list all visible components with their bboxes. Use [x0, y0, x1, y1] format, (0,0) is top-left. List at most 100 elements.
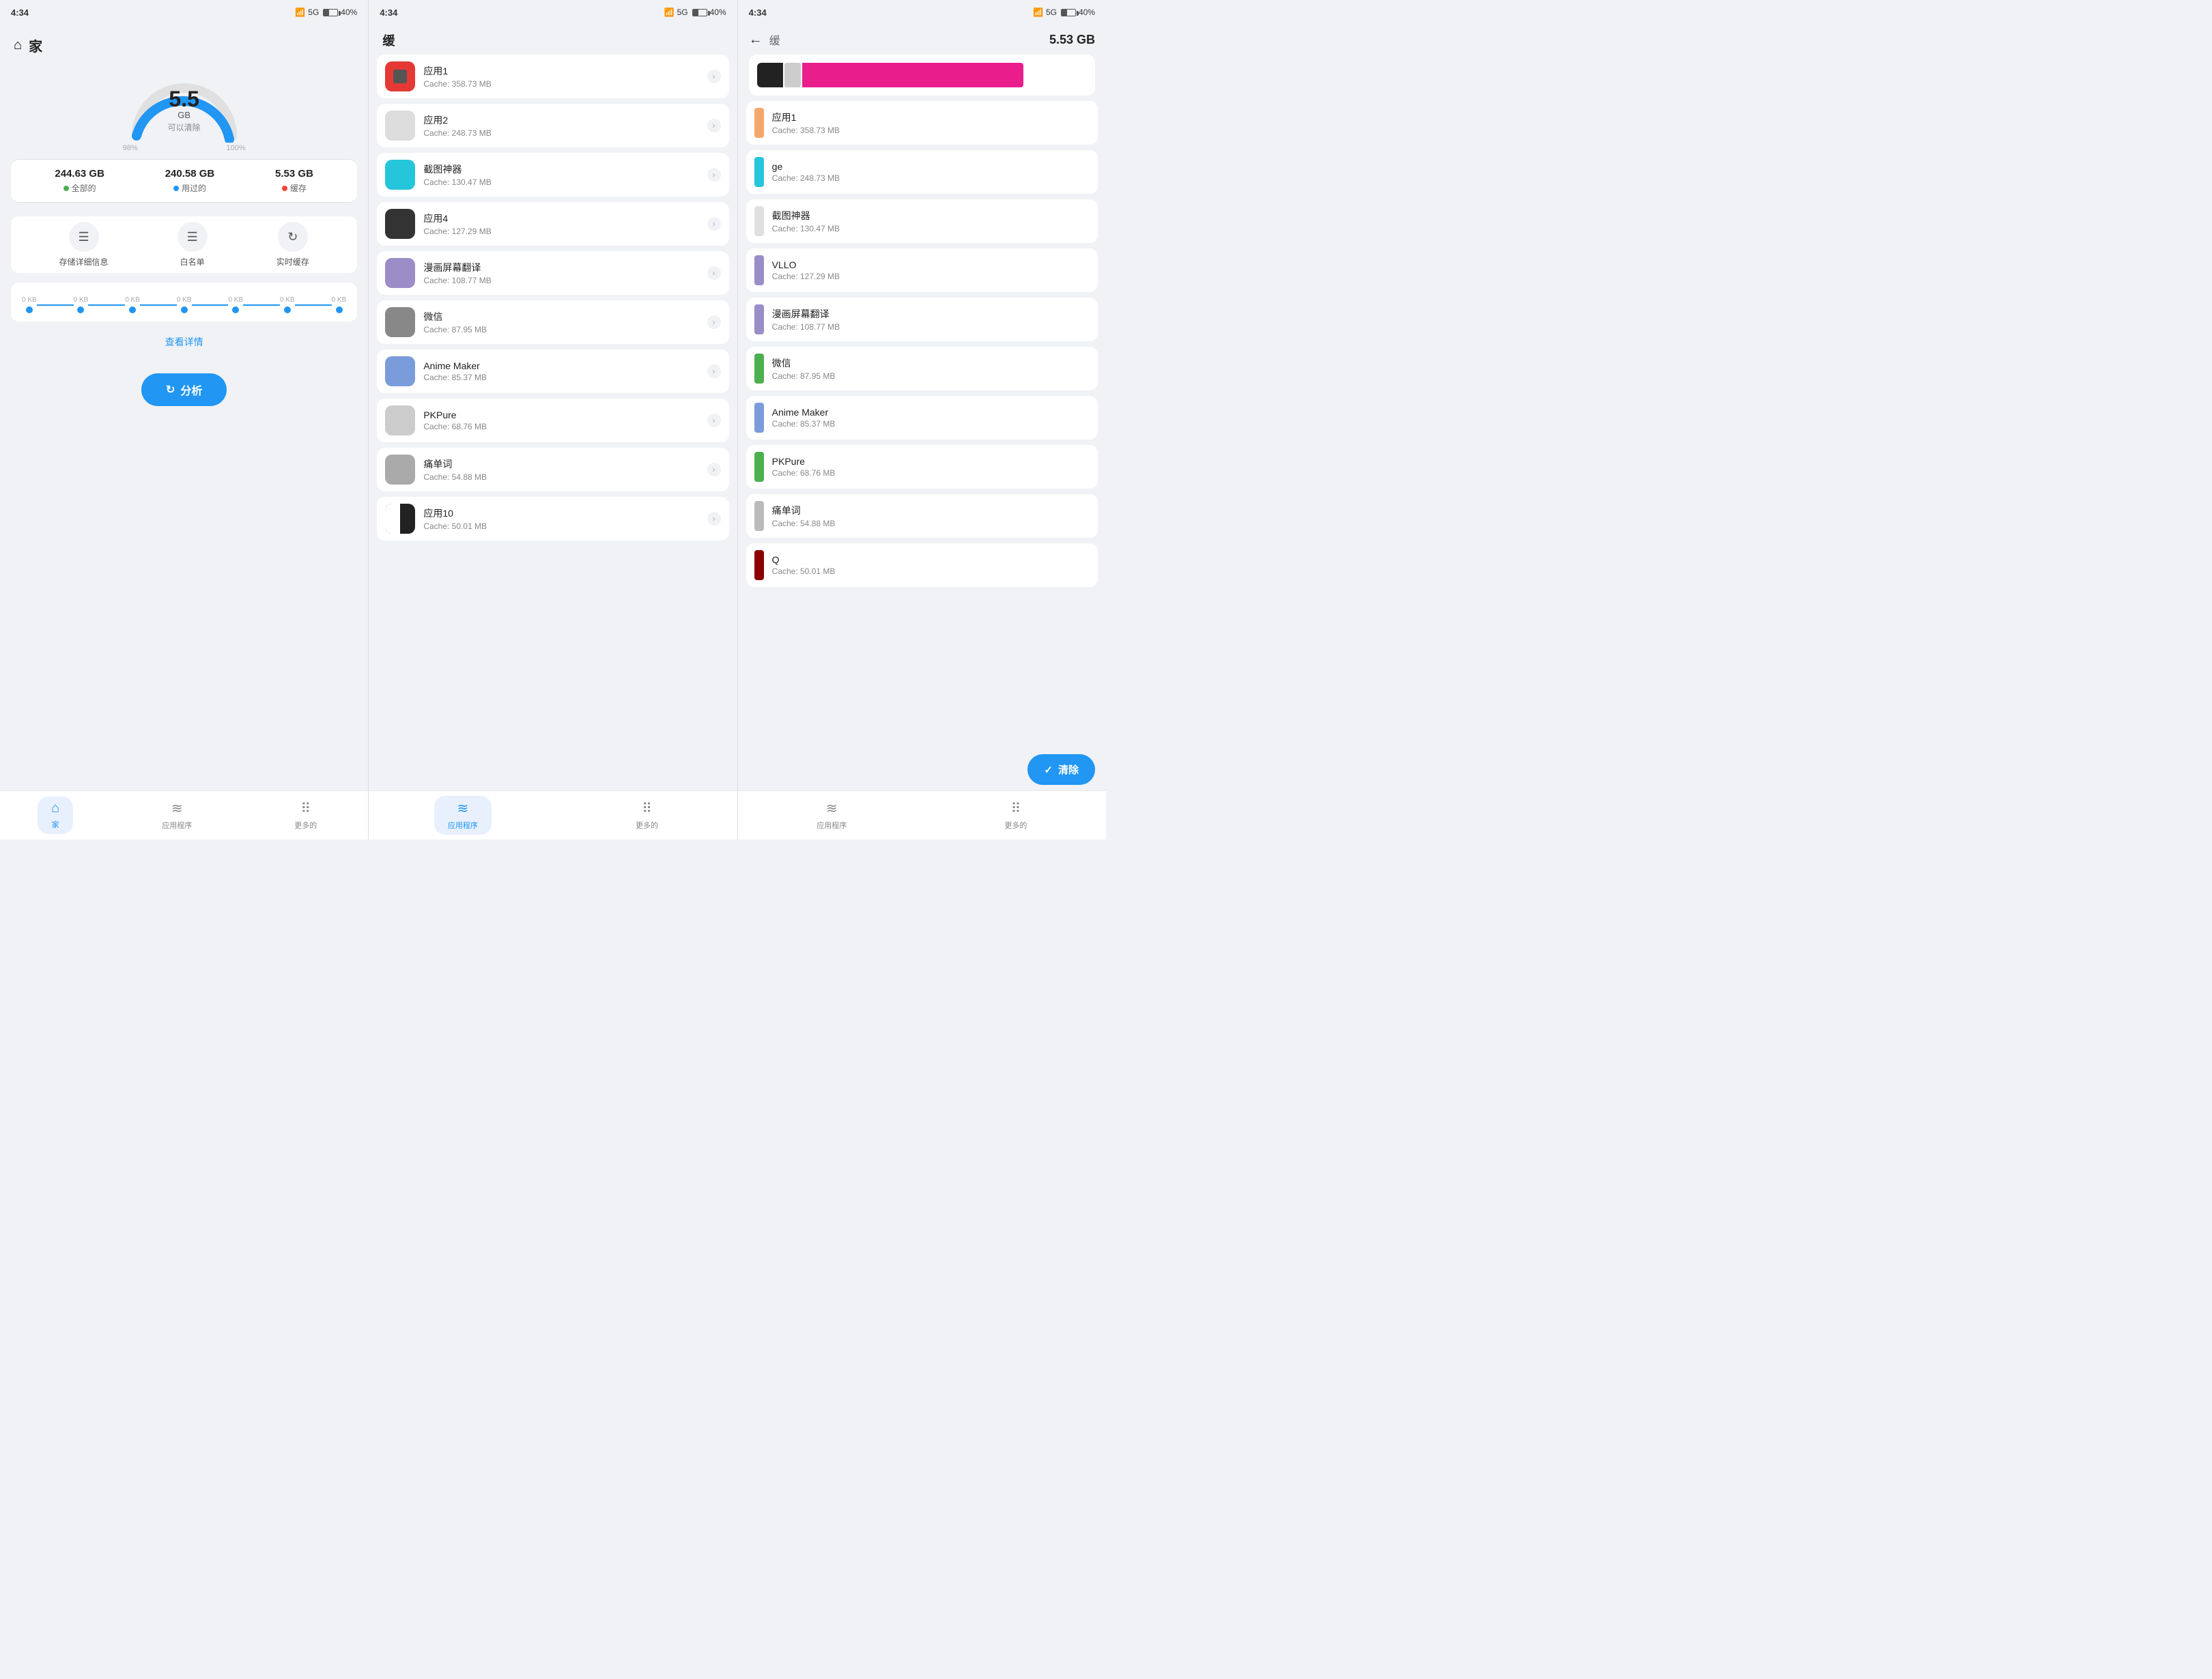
- list-item[interactable]: 应用4 Cache: 127.29 MB ›: [377, 202, 728, 246]
- app-info-2: 截图神器 Cache: 130.47 MB: [423, 162, 707, 187]
- app-icon-9: [385, 504, 415, 534]
- app-list: 应用1 Cache: 358.73 MB › 应用2 Cache: 248.73…: [369, 55, 737, 840]
- app-info-6: Anime Maker Cache: 85.37 MB: [423, 360, 707, 382]
- analyze-button[interactable]: ↻ 分析: [141, 373, 227, 406]
- detail-color-2: [754, 206, 764, 236]
- stat-used: 240.58 GB 用过的: [165, 168, 215, 194]
- nav-apps-2[interactable]: ≋ 应用程序: [434, 796, 492, 835]
- app-size-7: Cache: 68.76 MB: [423, 422, 707, 431]
- nav-more-2[interactable]: ⠿ 更多的: [622, 796, 672, 835]
- detail-list: 应用1 Cache: 358.73 MB ge Cache: 248.73 MB…: [738, 101, 1106, 840]
- list-item[interactable]: 漫画屏幕翻译 Cache: 108.77 MB ›: [377, 251, 728, 295]
- stat-used-label-row: 用过的: [173, 182, 206, 194]
- stat-total-label: 全部的: [72, 182, 96, 194]
- view-details-link[interactable]: 查看详情: [0, 330, 368, 354]
- app-icon-1: [385, 111, 415, 141]
- list-item[interactable]: 应用10 Cache: 50.01 MB ›: [377, 497, 728, 541]
- panel3-header: ← 缓 5.53 GB: [738, 25, 1106, 55]
- detail-info-8: 痛单词 Cache: 54.88 MB: [772, 504, 1090, 528]
- list-item[interactable]: 应用1 Cache: 358.73 MB ›: [377, 55, 728, 98]
- list-item[interactable]: PKPure Cache: 68.76 MB ›: [377, 399, 728, 442]
- app-name-4: 漫画屏幕翻译: [423, 261, 707, 274]
- app-size-0: Cache: 358.73 MB: [423, 79, 707, 89]
- whitelist-button[interactable]: ☰ 白名单: [178, 222, 208, 268]
- app-info-0: 应用1 Cache: 358.73 MB: [423, 64, 707, 89]
- detail-info-7: PKPure Cache: 68.76 MB: [772, 456, 1090, 478]
- panel-home: 4:34 📶 5G 40% ⌂ 家 5.5 GB 可以清除: [0, 0, 368, 840]
- chevron-1: ›: [707, 119, 721, 132]
- chevron-3: ›: [707, 217, 721, 231]
- detail-name-2: 截图神器: [772, 209, 1090, 223]
- chevron-6: ›: [707, 364, 721, 378]
- wifi-icon-3: 5G: [1046, 8, 1057, 17]
- clean-button[interactable]: ✓ 清除: [1027, 754, 1095, 785]
- detail-name-1: ge: [772, 161, 1090, 172]
- wifi-icon-2: 5G: [677, 8, 688, 17]
- chevron-9: ›: [707, 512, 721, 526]
- nav-more-label-2: 更多的: [636, 820, 658, 831]
- list-item[interactable]: 应用2 Cache: 248.73 MB ›: [377, 104, 728, 147]
- chevron-5: ›: [707, 315, 721, 329]
- detail-name-6: Anime Maker: [772, 407, 1090, 418]
- battery-2: [692, 9, 707, 16]
- app-icon-6: [385, 356, 415, 386]
- detail-size-3: Cache: 127.29 MB: [772, 272, 1090, 281]
- storage-detail-button[interactable]: ☰ 存储详细信息: [59, 222, 109, 268]
- detail-color-5: [754, 354, 764, 384]
- prog-item-6: 0 KB: [332, 296, 347, 313]
- nav-more-3[interactable]: ⠿ 更多的: [991, 796, 1040, 835]
- detail-item-3: VLLO Cache: 127.29 MB: [746, 248, 1098, 292]
- detail-color-4: [754, 304, 764, 334]
- nav-home-1[interactable]: ⌂ 家: [38, 797, 73, 834]
- detail-color-3: [754, 255, 764, 285]
- whitelist-icon: ☰: [178, 222, 208, 252]
- nav-apps-1[interactable]: ≋ 应用程序: [148, 796, 205, 835]
- detail-size-2: Cache: 130.47 MB: [772, 224, 1090, 233]
- app-icon-7: [385, 405, 415, 435]
- stat-cache-label-row: 缓存: [282, 182, 307, 194]
- app-size-1: Cache: 248.73 MB: [423, 128, 707, 138]
- list-item[interactable]: Anime Maker Cache: 85.37 MB ›: [377, 349, 728, 393]
- detail-color-7: [754, 452, 764, 482]
- analyze-refresh-icon: ↻: [166, 383, 175, 397]
- detail-item-6: Anime Maker Cache: 85.37 MB: [746, 396, 1098, 440]
- list-item[interactable]: 截图神器 Cache: 130.47 MB ›: [377, 153, 728, 197]
- nav-more-icon-2: ⠿: [642, 800, 652, 817]
- nav-more-1[interactable]: ⠿ 更多的: [281, 796, 330, 835]
- gauge-wrap: 5.5 GB 可以清除: [123, 68, 246, 143]
- nav-apps-icon-1: ≋: [171, 800, 183, 817]
- gauge-label: 可以清除: [168, 121, 201, 133]
- detail-color-0: [754, 108, 764, 138]
- detail-size-0: Cache: 358.73 MB: [772, 126, 1090, 135]
- app-name-8: 痛单词: [423, 457, 707, 471]
- list-item[interactable]: 痛单词 Cache: 54.88 MB ›: [377, 448, 728, 491]
- bottom-nav-3: ≋ 应用程序 ⠿ 更多的: [738, 790, 1106, 840]
- nav-more-label-3: 更多的: [1004, 820, 1027, 831]
- nav-apps-icon-3: ≋: [826, 800, 838, 817]
- detail-name-3: VLLO: [772, 259, 1090, 270]
- chart-seg-0: [757, 63, 784, 87]
- detail-name-0: 应用1: [772, 111, 1090, 124]
- status-right-3: 📶 5G 40%: [1033, 8, 1095, 17]
- list-item[interactable]: 微信 Cache: 87.95 MB ›: [377, 300, 728, 344]
- app-icon-5: [385, 307, 415, 337]
- detail-info-9: Q Cache: 50.01 MB: [772, 554, 1090, 576]
- wifi-icon-1: 5G: [308, 8, 319, 17]
- realtime-cache-button[interactable]: ↻ 实时缓存: [276, 222, 309, 268]
- prog-item-0: 0 KB: [22, 296, 37, 313]
- status-right-1: 📶 5G 40%: [295, 8, 357, 17]
- battery-pct-2: 40%: [710, 8, 726, 17]
- nav-apps-3[interactable]: ≋ 应用程序: [803, 796, 860, 835]
- status-bar-2: 4:34 📶 5G 40%: [369, 0, 737, 25]
- gauge-text: 5.5 GB 可以清除: [168, 88, 201, 133]
- detail-size-1: Cache: 248.73 MB: [772, 173, 1090, 183]
- app-size-8: Cache: 54.88 MB: [423, 472, 707, 482]
- analyze-label: 分析: [180, 382, 202, 398]
- app-size-5: Cache: 87.95 MB: [423, 325, 707, 334]
- detail-info-4: 漫画屏幕翻译 Cache: 108.77 MB: [772, 307, 1090, 332]
- app-icon-3: [385, 209, 415, 239]
- status-bar-1: 4:34 📶 5G 40%: [0, 0, 368, 25]
- back-button[interactable]: ←: [749, 32, 763, 48]
- detail-item-9: Q Cache: 50.01 MB: [746, 543, 1098, 587]
- nav-home-icon-1: ⌂: [51, 801, 59, 816]
